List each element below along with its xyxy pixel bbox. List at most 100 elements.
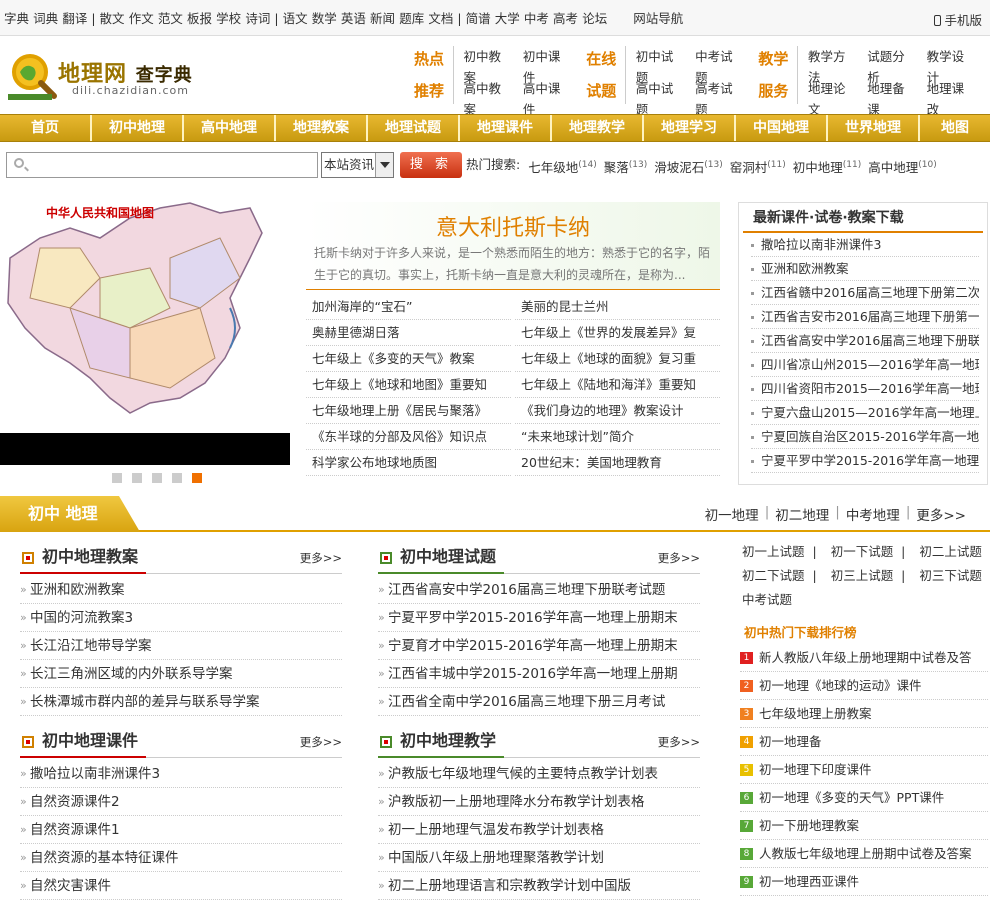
banner-slideshow[interactable]: 中华人民共和国地图 [0,198,290,488]
list-item[interactable]: 宁夏平罗中学2015-2016学年高一地理上册期末 [378,604,700,632]
list-item[interactable]: 七年级上《多变的天气》教案 [306,346,511,372]
test-link[interactable]: 初三上试题 | [823,564,912,588]
list-item[interactable]: 宁夏六盘山2015—2016学年高一地理上 [751,401,979,425]
slide-dot[interactable] [112,473,122,483]
list-item[interactable]: 撒哈拉以南非洲课件3 [751,233,979,257]
nav-item[interactable]: 地理学习 [644,115,736,141]
list-item[interactable]: 长株潭城市群内部的差异与联系导学案 [20,688,342,716]
top-link[interactable]: 文档 [428,11,453,26]
rank-item[interactable]: 7 初一下册地理教案 [740,812,988,840]
more-link[interactable]: 更多>> [300,550,342,566]
more-link[interactable]: 更多>> [658,550,700,566]
list-item[interactable]: 宁夏育才中学2015-2016学年高一地理上册期末 [378,632,700,660]
slide-dot[interactable] [172,473,182,483]
list-item[interactable]: 加州海岸的“宝石” [306,294,511,320]
test-link[interactable]: 中考试题 [742,588,823,612]
rank-item[interactable]: 2 初一地理《地球的运动》课件 [740,672,988,700]
nav-item[interactable]: 中国地理 [736,115,828,141]
quick-link[interactable]: 中考试题 [695,46,744,85]
slide-dot[interactable] [152,473,162,483]
nav-item[interactable]: 世界地理 [828,115,920,141]
list-item[interactable]: 沪教版七年级地理气候的主要特点教学计划表 [378,760,700,788]
top-link[interactable]: 诗词 [245,11,270,26]
top-link[interactable]: 板报 [187,11,212,26]
quick-link[interactable]: 初中教案 [464,46,513,85]
section-tab[interactable]: 初中 地理 [0,496,140,532]
list-item[interactable]: 沪教版初一上册地理降水分布教学计划表格 [378,788,700,816]
top-link[interactable]: 简谱 [466,11,491,26]
top-link[interactable]: 大学 [495,11,520,26]
list-item[interactable]: “未来地球计划”简介 [515,424,720,450]
list-item[interactable]: 初一上册地理气温发布教学计划表格 [378,816,700,844]
list-item[interactable]: 七年级地理上册《居民与聚落》 [306,398,511,424]
hot-search-item[interactable]: 高中地理(10) [868,152,937,178]
list-item[interactable]: 四川省凉山州2015—2016学年高一地理 [751,353,979,377]
quick-link[interactable]: 教学设计 [927,46,976,85]
section-link[interactable]: 初一地理 [705,504,759,524]
top-link[interactable]: 学校 [216,11,241,26]
nav-item[interactable]: 地图 [920,115,990,141]
list-item[interactable]: 江西省高安中学2016届高三地理下册联考试题 [378,576,700,604]
test-link[interactable]: 初三下试题 [911,564,988,588]
quick-link[interactable]: 高中课件 [523,78,572,117]
hot-search-item[interactable]: 七年级地(14) [528,152,597,178]
list-item[interactable]: 《我们身边的地理》教案设计 [515,398,720,424]
list-item[interactable]: 宁夏平罗中学2015-2016学年高一地理上 [751,449,979,473]
rank-item[interactable]: 4 初一地理备 [740,728,988,756]
list-item[interactable]: 七年级上《地球和地图》重要知 [306,372,511,398]
nav-item[interactable]: 地理教学 [552,115,644,141]
quick-link[interactable]: 高考试题 [695,78,744,117]
list-item[interactable]: 四川省资阳市2015—2016学年高一地理 [751,377,979,401]
test-link[interactable]: 初二上试题 [911,540,988,564]
list-item[interactable]: 自然资源课件1 [20,816,342,844]
rank-item[interactable]: 3 七年级地理上册教案 [740,700,988,728]
list-item[interactable]: 七年级上《地球的面貌》复习重 [515,346,720,372]
list-item[interactable]: 江西省高安中学2016届高三地理下册联 [751,329,979,353]
list-item[interactable]: 科学家公布地球地质图 [306,450,511,476]
quick-link[interactable]: 地理课改 [927,78,976,117]
slide-dot[interactable] [132,473,142,483]
top-link[interactable]: 高考 [553,11,578,26]
rank-item[interactable]: 6 初一地理《多变的天气》PPT课件 [740,784,988,812]
mobile-version-link[interactable]: 手机版 [934,10,982,29]
top-link[interactable]: 英语 [341,11,366,26]
list-item[interactable]: 自然资源的基本特征课件 [20,844,342,872]
test-link[interactable]: 初二下试题 | [742,564,823,588]
quick-link[interactable]: 高中试题 [636,78,685,117]
rank-item[interactable]: 1 新人教版八年级上册地理期中试卷及答 [740,644,988,672]
top-link[interactable]: 散文 [100,11,125,26]
top-link[interactable]: 数学 [312,11,337,26]
nav-item[interactable]: 初中地理 [92,115,184,141]
list-item[interactable]: 亚洲和欧洲教案 [20,576,342,604]
top-link[interactable]: 词典 [33,11,58,26]
list-item[interactable]: 江西省丰城中学2015-2016学年高一地理上册期 [378,660,700,688]
hot-search-item[interactable]: 滑坡泥石(13) [654,152,723,178]
list-item[interactable]: 自然资源课件2 [20,788,342,816]
more-link[interactable]: 更多>> [658,734,700,750]
top-link[interactable]: 作文 [129,11,154,26]
site-nav-guide-link[interactable]: 网站导航 [633,11,683,26]
nav-item[interactable]: 地理教案 [276,115,368,141]
top-link[interactable]: 字典 [4,11,29,26]
search-scope-select[interactable]: 本站资讯 [321,152,394,178]
top-link[interactable]: 题库 [399,11,424,26]
search-input[interactable] [6,152,318,178]
slide-dot-active[interactable] [192,473,202,483]
nav-item[interactable]: 高中地理 [184,115,276,141]
list-item[interactable]: 中国版八年级上册地理聚落教学计划 [378,844,700,872]
top-link[interactable]: 论坛 [582,11,607,26]
list-item[interactable]: 《东半球的分部及风俗》知识点 [306,424,511,450]
rank-item[interactable]: 9 初一地理西亚课件 [740,868,988,896]
nav-item[interactable]: 地理课件 [460,115,552,141]
section-more-link[interactable]: 更多>> [916,504,966,524]
list-item[interactable]: 亚洲和欧洲教案 [751,257,979,281]
section-link[interactable]: 中考地理 [846,504,900,524]
quick-link[interactable]: 高中教案 [464,78,513,117]
list-item[interactable]: 江西省吉安市2016届高三地理下册第一 [751,305,979,329]
test-link[interactable]: 初一下试题 | [823,540,912,564]
china-map-image[interactable]: 中华人民共和国地图 [0,198,290,434]
rank-item[interactable]: 5 初一地理下印度课件 [740,756,988,784]
test-link[interactable]: 初一上试题 | [742,540,823,564]
quick-link[interactable]: 教学方法 [808,46,857,85]
nav-item-home[interactable]: 首页 [0,115,92,141]
